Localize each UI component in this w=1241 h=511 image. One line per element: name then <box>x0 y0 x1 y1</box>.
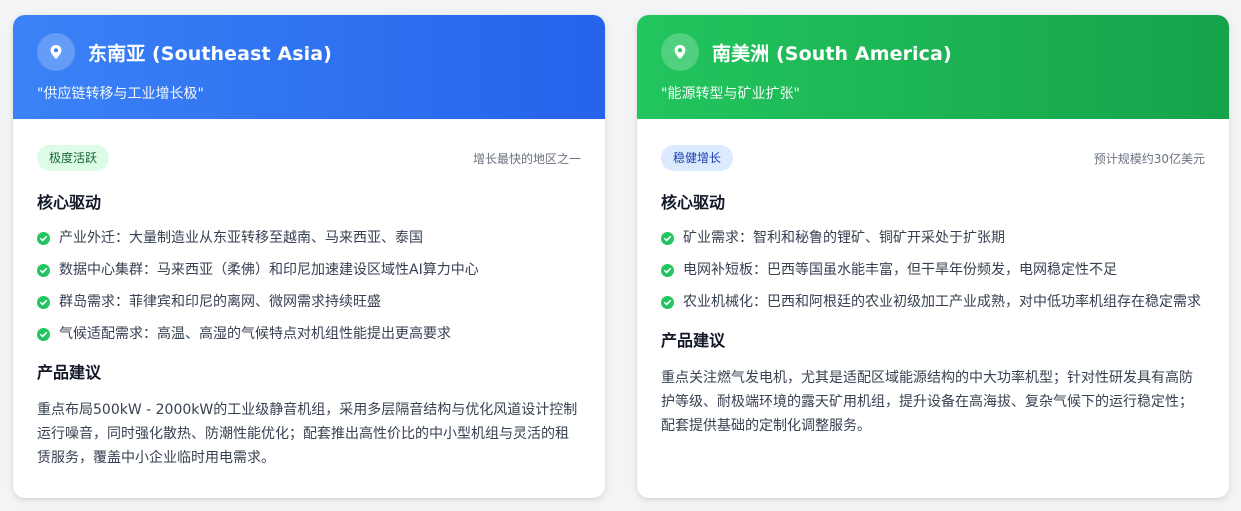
driver-item: 电网补短板：巴西等国虽水能丰富，但干旱年份频发，电网稳定性不足 <box>661 258 1205 282</box>
driver-text: 农业机械化：巴西和阿根廷的农业初级加工产业成熟，对中低功率机组存在稳定需求 <box>683 294 1201 310</box>
check-circle-icon <box>661 296 674 309</box>
card-header: 南美洲 (South America) "能源转型与矿业扩张" <box>637 15 1229 119</box>
driver-text: 产业外迁：大量制造业从东亚转移至越南、马来西亚、泰国 <box>59 230 423 246</box>
status-badge: 极度活跃 <box>37 145 110 171</box>
header-row: 东南亚 (Southeast Asia) <box>37 33 581 71</box>
check-circle-icon <box>37 264 50 277</box>
check-circle-icon <box>37 328 50 341</box>
driver-item: 矿业需求：智利和秘鲁的锂矿、铜矿开采处于扩张期 <box>661 226 1205 250</box>
region-tagline: "能源转型与矿业扩张" <box>661 86 800 102</box>
check-circle-icon <box>37 296 50 309</box>
driver-item: 群岛需求：菲律宾和印尼的离网、微网需求持续旺盛 <box>37 290 581 314</box>
driver-text: 矿业需求：智利和秘鲁的锂矿、铜矿开采处于扩张期 <box>683 230 1005 246</box>
card-body: 极度活跃 增长最快的地区之一 核心驱动 产业外迁：大量制造业从东亚转移至越南、马… <box>13 119 605 470</box>
product-recommendation: 重点关注燃气发电机，尤其是适配区域能源结构的中大功率机型；针对性研发具有高防护等… <box>661 370 1193 434</box>
check-circle-icon <box>661 264 674 277</box>
driver-text: 电网补短板：巴西等国虽水能丰富，但干旱年份频发，电网稳定性不足 <box>683 262 1117 278</box>
region-card-southeast-asia: 东南亚 (Southeast Asia) "供应链转移与工业增长极" 极度活跃 … <box>13 15 605 498</box>
drivers-list: 矿业需求：智利和秘鲁的锂矿、铜矿开采处于扩张期 电网补短板：巴西等国虽水能丰富，… <box>661 226 1205 314</box>
region-title: 南美洲 (South America) <box>712 42 952 65</box>
check-circle-icon <box>661 232 674 245</box>
driver-item: 气候适配需求：高温、高湿的气候特点对机组性能提出更高要求 <box>37 322 581 346</box>
region-title: 东南亚 (Southeast Asia) <box>88 42 332 65</box>
drivers-title: 核心驱动 <box>37 193 102 212</box>
meta-note: 增长最快的地区之一 <box>472 151 581 166</box>
product-title: 产品建议 <box>661 331 726 350</box>
driver-text: 气候适配需求：高温、高湿的气候特点对机组性能提出更高要求 <box>59 326 451 342</box>
region-card-south-america: 南美洲 (South America) "能源转型与矿业扩张" 稳健增长 预计规… <box>637 15 1229 498</box>
map-pin-icon <box>37 33 75 71</box>
driver-text: 群岛需求：菲律宾和印尼的离网、微网需求持续旺盛 <box>59 294 381 310</box>
region-tagline: "供应链转移与工业增长极" <box>37 86 204 102</box>
card-body: 稳健增长 预计规模约30亿美元 核心驱动 矿业需求：智利和秘鲁的锂矿、铜矿开采处… <box>637 119 1229 438</box>
header-row: 南美洲 (South America) <box>661 33 1205 71</box>
region-cards: 东南亚 (Southeast Asia) "供应链转移与工业增长极" 极度活跃 … <box>0 0 1241 511</box>
meta-note: 预计规模约30亿美元 <box>1093 151 1205 166</box>
driver-item: 农业机械化：巴西和阿根廷的农业初级加工产业成熟，对中低功率机组存在稳定需求 <box>661 290 1205 314</box>
product-recommendation: 重点布局500kW - 2000kW的工业级静音机组，采用多层隔音结构与优化风道… <box>37 402 578 466</box>
meta-row: 极度活跃 增长最快的地区之一 <box>37 145 581 171</box>
drivers-list: 产业外迁：大量制造业从东亚转移至越南、马来西亚、泰国 数据中心集群：马来西亚（柔… <box>37 226 581 346</box>
driver-text: 数据中心集群：马来西亚（柔佛）和印尼加速建设区域性AI算力中心 <box>59 262 479 278</box>
card-header: 东南亚 (Southeast Asia) "供应链转移与工业增长极" <box>13 15 605 119</box>
map-pin-icon <box>661 33 699 71</box>
status-badge: 稳健增长 <box>661 145 734 171</box>
drivers-title: 核心驱动 <box>661 193 726 212</box>
meta-row: 稳健增长 预计规模约30亿美元 <box>661 145 1205 171</box>
check-circle-icon <box>37 232 50 245</box>
driver-item: 数据中心集群：马来西亚（柔佛）和印尼加速建设区域性AI算力中心 <box>37 258 581 282</box>
driver-item: 产业外迁：大量制造业从东亚转移至越南、马来西亚、泰国 <box>37 226 581 250</box>
product-title: 产品建议 <box>37 363 102 382</box>
